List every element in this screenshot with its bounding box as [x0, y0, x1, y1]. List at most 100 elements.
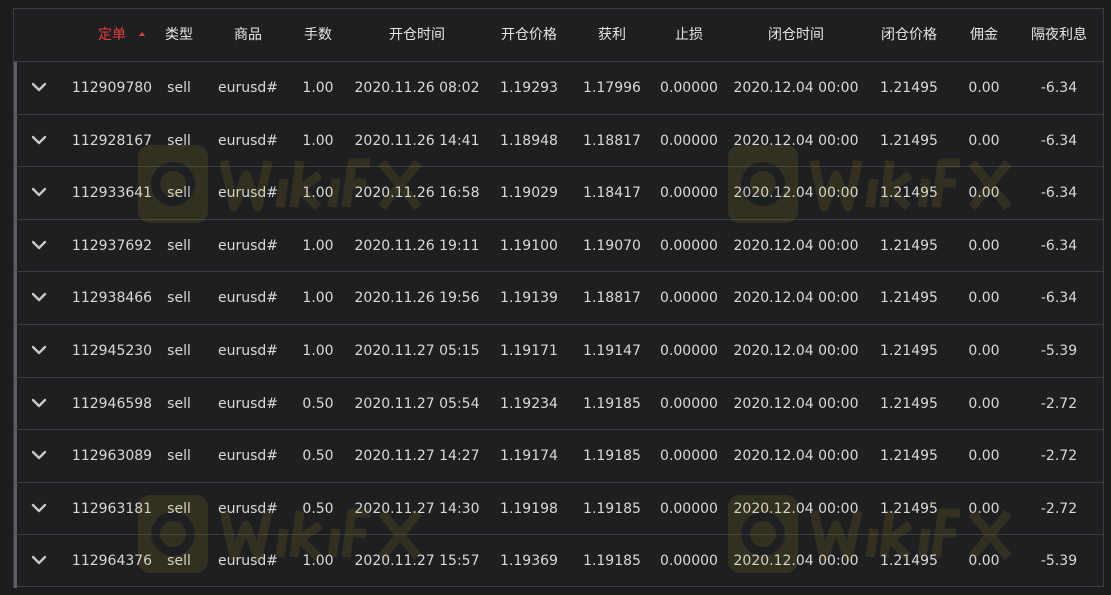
cell-stop-loss: 0.00000 [660, 237, 718, 254]
cell-open-time: 2020.11.26 14:41 [354, 132, 480, 149]
cell-take-profit: 1.19185 [583, 500, 641, 517]
cell-close-price: 1.21495 [880, 237, 938, 254]
cell-lots: 1.00 [302, 290, 334, 307]
cell-commission: 0.00 [968, 395, 1000, 412]
cell-lots: 1.00 [302, 80, 334, 96]
column-header-close-price[interactable]: 闭仓价格 [869, 9, 949, 61]
cell-symbol: eurusd# [217, 448, 279, 465]
cell-commission: 0.00 [968, 290, 1000, 307]
cell-symbol: eurusd# [217, 500, 279, 517]
table-row[interactable]: 112938466 sell eurusd# 1.00 2020.11.26 19:56… [14, 272, 1103, 325]
cell-close-time: 2020.12.04 00:00 [733, 290, 859, 307]
table-row[interactable]: 112946598 sell eurusd# 0.50 2020.11.27 05:54… [14, 377, 1103, 431]
cell-close-time: 2020.12.04 00:00 [733, 553, 859, 570]
cell-symbol: eurusd# [217, 237, 279, 254]
cell-close-price: 1.21495 [880, 290, 938, 307]
column-header-stop-loss[interactable]: 止损 [649, 9, 729, 61]
cell-close-time: 2020.12.04 00:00 [733, 395, 859, 412]
cell-commission: 0.00 [968, 132, 1000, 149]
cell-open-time: 2020.11.26 19:56 [354, 290, 480, 307]
cell-close-price: 1.21495 [880, 132, 938, 149]
cell-open-time: 2020.11.26 08:02 [354, 80, 480, 96]
table-body: 112909780 sell eurusd# 1.00 2020.11.26 08:02… [14, 62, 1103, 588]
cell-type: sell [167, 448, 191, 465]
table-header: 定单 类型 商品 手数 开仓时间 开仓价格 获利 止损 闭仓时间 闭仓价格 佣金 隔夜利息 [14, 9, 1103, 62]
table-row[interactable]: 112909780 sell eurusd# 1.00 2020.11.26 08:02… [14, 62, 1103, 115]
column-header-commission[interactable]: 佣金 [959, 9, 1009, 61]
table-row[interactable]: 112937692 sell eurusd# 1.00 2020.11.26 19:11… [14, 219, 1103, 273]
table-row[interactable]: 112945230 sell eurusd# 1.00 2020.11.27 05:15… [14, 324, 1103, 378]
cell-close-time: 2020.12.04 00:00 [733, 185, 859, 202]
table-row[interactable]: 112964376 sell eurusd# 1.00 2020.11.27 15:57… [14, 535, 1103, 588]
cell-open-price: 1.19174 [500, 448, 558, 465]
table-row[interactable]: 112963089 sell eurusd# 0.50 2020.11.27 14:27… [14, 430, 1103, 483]
cell-close-price: 1.21495 [880, 80, 938, 96]
chevron-down-icon[interactable] [31, 289, 47, 305]
cell-commission: 0.00 [968, 237, 1000, 254]
column-header-close-time[interactable]: 闭仓时间 [726, 9, 866, 61]
column-header-type[interactable]: 类型 [149, 9, 209, 61]
cell-close-price: 1.21495 [880, 395, 938, 412]
cell-stop-loss: 0.00000 [660, 342, 718, 359]
chevron-down-icon[interactable] [31, 395, 47, 411]
chevron-down-icon[interactable] [31, 500, 47, 516]
table-row[interactable]: 112928167 sell eurusd# 1.00 2020.11.26 14:41… [14, 114, 1103, 168]
column-header-lots[interactable]: 手数 [293, 9, 343, 61]
cell-swap: -2.72 [1040, 395, 1078, 412]
cell-close-time: 2020.12.04 00:00 [733, 132, 859, 149]
chevron-down-icon[interactable] [31, 552, 47, 568]
cell-commission: 0.00 [968, 553, 1000, 570]
cell-stop-loss: 0.00000 [660, 500, 718, 517]
column-header-swap[interactable]: 隔夜利息 [1019, 9, 1099, 61]
cell-open-time: 2020.11.27 05:54 [354, 395, 480, 412]
cell-commission: 0.00 [968, 448, 1000, 465]
cell-lots: 1.00 [302, 342, 334, 359]
cell-take-profit: 1.19185 [583, 448, 641, 465]
cell-swap: -6.34 [1040, 80, 1078, 96]
cell-close-time: 2020.12.04 00:00 [733, 342, 859, 359]
chevron-down-icon[interactable] [31, 132, 47, 148]
cell-lots: 0.50 [302, 395, 334, 412]
cell-open-price: 1.19293 [500, 80, 558, 96]
cell-stop-loss: 0.00000 [660, 448, 718, 465]
cell-type: sell [167, 553, 191, 570]
cell-close-time: 2020.12.04 00:00 [733, 237, 859, 254]
cell-close-time: 2020.12.04 00:00 [733, 500, 859, 517]
table-row[interactable]: 112933641 sell eurusd# 1.00 2020.11.26 16:58… [14, 167, 1103, 220]
cell-lots: 1.00 [302, 185, 334, 202]
chevron-down-icon[interactable] [31, 237, 47, 253]
cell-swap: -6.34 [1040, 237, 1078, 254]
cell-close-time: 2020.12.04 00:00 [733, 80, 859, 96]
chevron-down-icon[interactable] [31, 184, 47, 200]
cell-close-price: 1.21495 [880, 553, 938, 570]
cell-symbol: eurusd# [217, 342, 279, 359]
cell-open-time: 2020.11.26 19:11 [354, 237, 480, 254]
table-row[interactable]: 112963181 sell eurusd# 0.50 2020.11.27 14:30… [14, 482, 1103, 536]
chevron-down-icon[interactable] [31, 79, 47, 95]
cell-close-price: 1.21495 [880, 185, 938, 202]
cell-open-price: 1.19029 [500, 185, 558, 202]
cell-symbol: eurusd# [217, 290, 279, 307]
cell-symbol: eurusd# [217, 185, 279, 202]
cell-swap: -2.72 [1040, 448, 1078, 465]
chevron-down-icon[interactable] [31, 447, 47, 463]
cell-swap: -5.39 [1040, 553, 1078, 570]
sort-asc-icon[interactable] [139, 32, 145, 36]
cell-take-profit: 1.19185 [583, 553, 641, 570]
cell-open-price: 1.18948 [500, 132, 558, 149]
cell-type: sell [167, 395, 191, 412]
chevron-down-icon[interactable] [31, 342, 47, 358]
cell-take-profit: 1.18817 [583, 132, 641, 149]
cell-type: sell [167, 132, 191, 149]
column-header-open-time[interactable]: 开仓时间 [347, 9, 487, 61]
column-header-symbol[interactable]: 商品 [208, 9, 288, 61]
cell-commission: 0.00 [968, 342, 1000, 359]
cell-open-time: 2020.11.26 16:58 [354, 185, 480, 202]
cell-stop-loss: 0.00000 [660, 185, 718, 202]
column-header-open-price[interactable]: 开仓价格 [489, 9, 569, 61]
cell-open-time: 2020.11.27 15:57 [354, 553, 480, 570]
cell-swap: -6.34 [1040, 290, 1078, 307]
cell-type: sell [167, 500, 191, 517]
column-header-take-profit[interactable]: 获利 [572, 9, 652, 61]
cell-lots: 0.50 [302, 500, 334, 517]
